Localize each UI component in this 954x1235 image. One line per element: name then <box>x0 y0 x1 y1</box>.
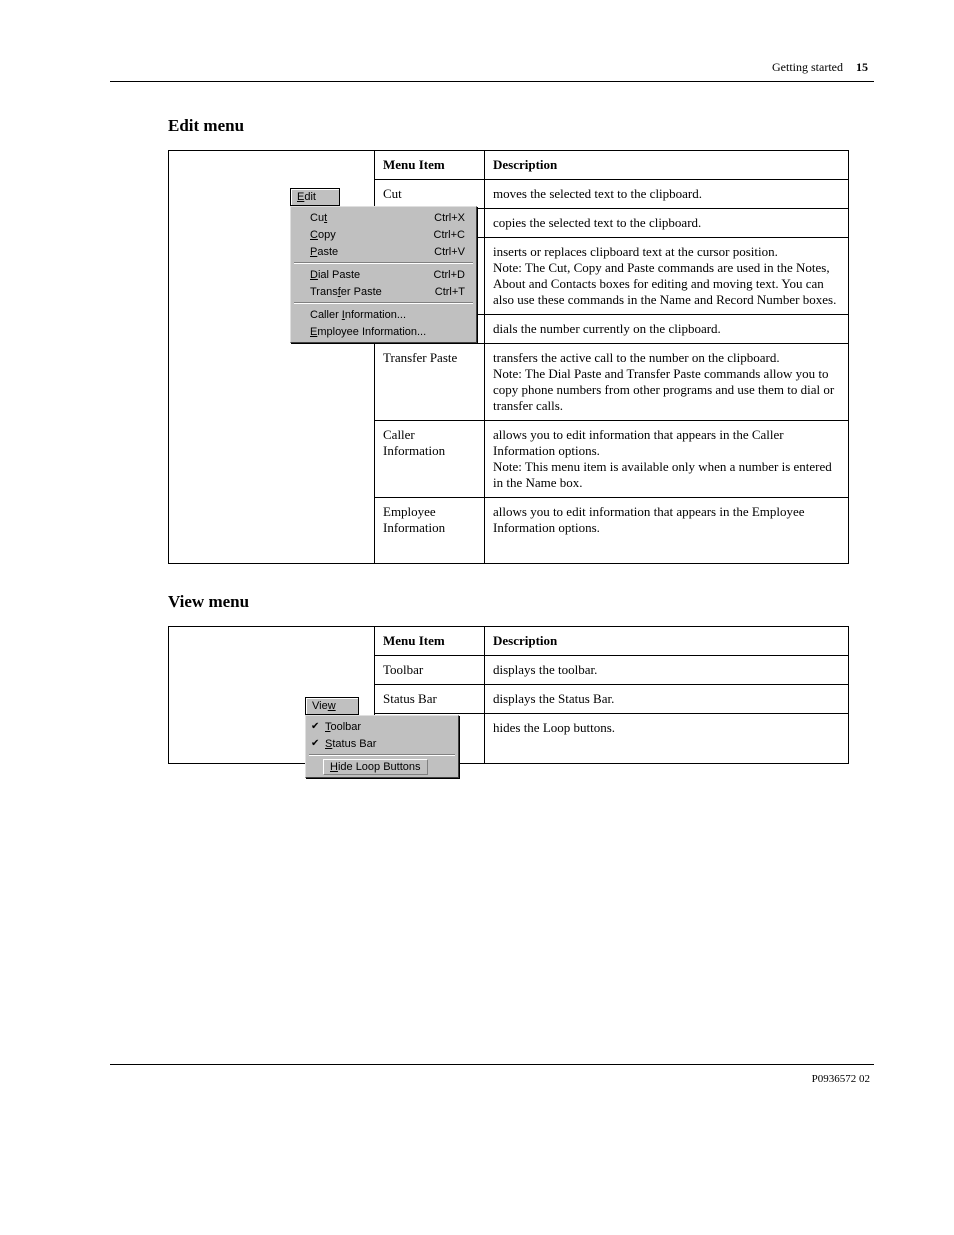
menu-item-dial-paste[interactable]: Dial PasteCtrl+D <box>292 266 475 283</box>
menu-separator <box>294 262 473 264</box>
view-menu-table: Menu Item Description Toolbardisplays th… <box>168 626 849 764</box>
menu-separator <box>294 302 473 304</box>
view-menu-heading: View menu <box>168 592 874 612</box>
cell-desc: transfers the active call to the number … <box>485 344 849 421</box>
col-desc: Description <box>485 627 849 656</box>
cell-item: Caller Information <box>375 421 485 498</box>
cell-desc: moves the selected text to the clipboard… <box>485 180 849 209</box>
edit-menu-heading: Edit menu <box>168 116 874 136</box>
table-header-row: Menu Item Description <box>169 151 849 180</box>
col-item: Menu Item <box>375 151 485 180</box>
view-menubar-item[interactable]: View <box>305 697 359 715</box>
edit-menubar-item[interactable]: Edit <box>290 188 340 206</box>
menu-item-employee-info[interactable]: Employee Information... <box>292 323 475 340</box>
cell-desc: hides the Loop buttons. <box>485 714 849 764</box>
edit-dropdown-menu: Edit CutCtrl+X CopyCtrl+C PasteCtrl+V Di… <box>290 188 475 343</box>
menu-item-copy[interactable]: CopyCtrl+C <box>292 226 475 243</box>
footer-rule <box>110 1064 874 1065</box>
page-number: 15 <box>856 60 868 74</box>
menu-item-status-bar[interactable]: ✔Status Bar <box>307 735 457 752</box>
menu-item-paste[interactable]: PasteCtrl+V <box>292 243 475 260</box>
menu-item-caller-info[interactable]: Caller Information... <box>292 306 475 323</box>
check-icon: ✔ <box>311 738 319 749</box>
section-name: Getting started <box>772 60 843 74</box>
cell-item: Toolbar <box>375 656 485 685</box>
cell-desc: allows you to edit information that appe… <box>485 421 849 498</box>
cell-item: Employee Information <box>375 498 485 564</box>
cell-desc: allows you to edit information that appe… <box>485 498 849 564</box>
footer-code: P0936572 02 <box>110 1073 874 1085</box>
cell-desc: dials the number currently on the clipbo… <box>485 315 849 344</box>
header-rule <box>110 81 874 82</box>
cell-desc: copies the selected text to the clipboar… <box>485 209 849 238</box>
view-popup: ✔Toolbar ✔Status Bar Hide Loop Buttons <box>305 715 459 778</box>
col-desc: Description <box>485 151 849 180</box>
menu-item-toolbar[interactable]: ✔Toolbar <box>307 718 457 735</box>
cell-desc: inserts or replaces clipboard text at th… <box>485 238 849 315</box>
menu-item-hide-loop-buttons[interactable]: Hide Loop Buttons <box>307 758 457 775</box>
cell-desc: displays the toolbar. <box>485 656 849 685</box>
running-header: Getting started 15 <box>110 60 874 75</box>
view-dropdown-menu: View ✔Toolbar ✔Status Bar Hide Loop Butt… <box>305 697 465 778</box>
edit-menu-table: Menu Item Description Cutmoves the selec… <box>168 150 849 564</box>
table-header-row: Menu Item Description <box>169 627 849 656</box>
check-icon: ✔ <box>311 721 319 732</box>
edit-popup: CutCtrl+X CopyCtrl+C PasteCtrl+V Dial Pa… <box>290 206 477 343</box>
cell-item: Transfer Paste <box>375 344 485 421</box>
menu-item-cut[interactable]: CutCtrl+X <box>292 209 475 226</box>
menu-separator <box>309 754 455 756</box>
cell-desc: displays the Status Bar. <box>485 685 849 714</box>
col-item: Menu Item <box>375 627 485 656</box>
menu-item-transfer-paste[interactable]: Transfer PasteCtrl+T <box>292 283 475 300</box>
